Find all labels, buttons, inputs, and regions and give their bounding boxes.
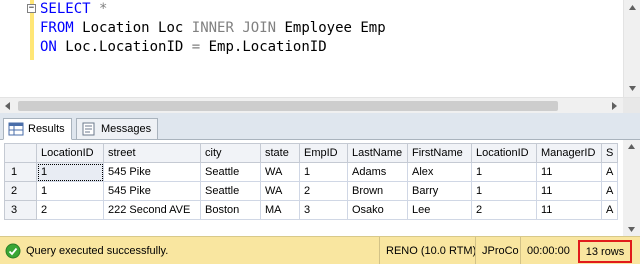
status-message: Query executed successfully. (5, 243, 168, 259)
alias-emp: Emp (360, 20, 386, 36)
table-cell[interactable]: 3 (299, 200, 348, 220)
column-header[interactable]: street (103, 143, 201, 163)
table-cell[interactable]: 2 (299, 181, 348, 201)
resize-grip (623, 98, 640, 114)
header-row: LocationID street city state EmpID LastN… (4, 143, 619, 163)
table-cell[interactable]: A (600, 162, 619, 182)
horizontal-scroll-thumb[interactable] (18, 101, 558, 111)
table-cell[interactable]: Barry (407, 181, 472, 201)
status-message-text: Query executed successfully. (26, 245, 169, 257)
keyword-inner-join: INNER JOIN (191, 20, 277, 36)
table-cell[interactable]: MA (260, 200, 300, 220)
table-cell[interactable]: 1 (299, 162, 348, 182)
table-cell[interactable]: 222 Second AVE (103, 200, 201, 220)
star-token: * (99, 1, 108, 17)
editor-vertical-scrollbar[interactable] (623, 0, 640, 97)
table-cell[interactable]: Lee (407, 200, 472, 220)
table-cell[interactable]: 11 (536, 200, 602, 220)
status-bar: Query executed successfully. RENO (10.0 … (0, 236, 640, 264)
table-cell[interactable]: Seattle (200, 181, 261, 201)
column-header[interactable]: ManagerID (536, 143, 602, 163)
server-name: RENO (10.0 RTM) (379, 237, 482, 264)
column-header[interactable]: LastName (347, 143, 408, 163)
table-cell[interactable]: 1 (471, 162, 537, 182)
sql-code[interactable]: SELECT * FROM Location Loc INNER JOIN Emp… (40, 0, 386, 57)
table-cell[interactable]: 1 (36, 162, 104, 182)
server-name-text: RENO (10.0 RTM) (386, 245, 477, 257)
table-cell[interactable]: A (600, 181, 619, 201)
grid-vertical-scrollbar[interactable] (623, 140, 640, 236)
table-cell[interactable]: Adams (347, 162, 408, 182)
code-line-3: ON Loc.LocationID = Emp.LocationID (40, 38, 386, 57)
table-cell[interactable]: 11 (536, 181, 602, 201)
table-cell[interactable]: Osako (347, 200, 408, 220)
column-header[interactable]: S (600, 143, 619, 163)
results-table: LocationID street city state EmpID LastN… (4, 143, 619, 220)
left-operand: Loc.LocationID (65, 39, 184, 55)
table-row: 3 2 222 Second AVE Boston MA 3 Osako Lee… (4, 200, 619, 220)
elapsed-time: 00:00:00 (520, 237, 576, 264)
column-header[interactable]: LocationID (471, 143, 537, 163)
row-number[interactable]: 2 (4, 181, 37, 201)
table-employee: Employee (284, 20, 352, 36)
row-count-highlight: 13 rows (578, 240, 632, 263)
table-location: Location (82, 20, 150, 36)
row-count-text: 13 rows (585, 245, 625, 258)
code-line-2: FROM Location Loc INNER JOIN Employee Em… (40, 19, 386, 38)
right-operand: Emp.LocationID (208, 39, 327, 55)
keyword-select: SELECT (40, 1, 91, 17)
tab-messages[interactable]: Messages (76, 118, 159, 140)
table-cell[interactable]: 545 Pike (103, 162, 201, 182)
results-tabs: Results Messages (0, 113, 640, 140)
column-header[interactable]: LocationID (36, 143, 104, 163)
scroll-right-icon[interactable] (605, 98, 622, 114)
success-check-icon (5, 243, 21, 259)
code-line-1: SELECT * (40, 0, 386, 19)
grid-scroll-arrows-icon (628, 144, 635, 232)
collapse-toggle[interactable]: − (27, 4, 36, 13)
keyword-on: ON (40, 39, 57, 55)
row-number[interactable]: 1 (4, 162, 37, 182)
table-cell[interactable]: 545 Pike (103, 181, 201, 201)
table-cell[interactable]: 1 (36, 181, 104, 201)
grid-icon (8, 122, 24, 136)
editor-horizontal-scrollbar[interactable] (0, 97, 640, 114)
table-cell[interactable]: 11 (536, 162, 602, 182)
keyword-from: FROM (40, 20, 74, 36)
column-header[interactable]: state (260, 143, 300, 163)
table-cell[interactable]: WA (260, 162, 300, 182)
column-header[interactable]: EmpID (299, 143, 348, 163)
tab-messages-label: Messages (101, 123, 152, 135)
table-cell[interactable]: 1 (471, 181, 537, 201)
table-cell[interactable]: WA (260, 181, 300, 201)
tab-results[interactable]: Results (3, 118, 72, 140)
column-header[interactable]: FirstName (407, 143, 472, 163)
user-name-text: JProCo (482, 245, 519, 257)
corner-cell[interactable] (4, 143, 37, 163)
elapsed-time-text: 00:00:00 (527, 245, 570, 257)
table-cell[interactable]: Seattle (200, 162, 261, 182)
table-cell[interactable]: Boston (200, 200, 261, 220)
table-cell[interactable]: 2 (471, 200, 537, 220)
table-row: 1 1 545 Pike Seattle WA 1 Adams Alex 1 1… (4, 162, 619, 182)
messages-icon (82, 122, 95, 136)
alias-loc: Loc (158, 20, 184, 36)
user-name: JProCo (475, 237, 525, 264)
table-cell[interactable]: 2 (36, 200, 104, 220)
scroll-left-icon[interactable] (0, 98, 17, 114)
table-row: 2 1 545 Pike Seattle WA 2 Brown Barry 1 … (4, 181, 619, 201)
equals-operator: = (191, 39, 201, 55)
tab-results-label: Results (28, 123, 65, 135)
query-editor[interactable]: − SELECT * FROM Location Loc INNER JOIN E… (0, 0, 640, 114)
table-cell[interactable]: Brown (347, 181, 408, 201)
row-number[interactable]: 3 (4, 200, 37, 220)
results-grid[interactable]: LocationID street city state EmpID LastN… (0, 140, 640, 236)
table-cell[interactable]: A (600, 200, 619, 220)
column-header[interactable]: city (200, 143, 261, 163)
table-cell[interactable]: Alex (407, 162, 472, 182)
scroll-arrows-icon (629, 5, 636, 91)
